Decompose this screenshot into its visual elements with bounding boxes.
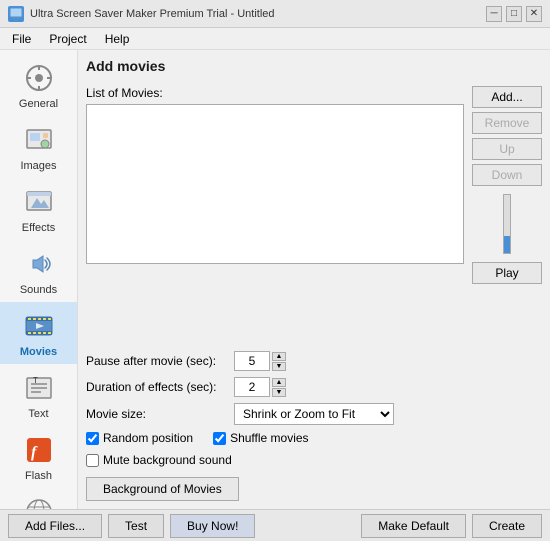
- movie-size-select[interactable]: Shrink or Zoom to Fit Stretch to Fit Ori…: [234, 403, 394, 425]
- duration-up-arrow[interactable]: ▲: [272, 378, 286, 387]
- general-icon: [21, 60, 57, 96]
- duration-label: Duration of effects (sec):: [86, 380, 226, 394]
- main-layout: General Images Effects: [0, 50, 550, 509]
- pause-spinner: ▲ ▼: [234, 351, 286, 371]
- bg-movies-button[interactable]: Background of Movies: [86, 477, 239, 501]
- window-controls[interactable]: ─ □ ✕: [486, 6, 542, 22]
- mute-background-row: Mute background sound: [86, 453, 542, 467]
- random-position-checkbox[interactable]: [86, 432, 99, 445]
- pause-input[interactable]: [234, 351, 270, 371]
- side-buttons: Add... Remove Up Down Play: [472, 86, 542, 343]
- duration-row: Duration of effects (sec): ▲ ▼: [86, 377, 542, 397]
- list-label: List of Movies:: [86, 86, 464, 100]
- progress-indicator: [503, 194, 511, 254]
- sidebar-label-general: General: [19, 98, 58, 110]
- svg-text:T: T: [33, 376, 38, 385]
- bottom-right-buttons: Make Default Create: [361, 514, 542, 538]
- movies-list-box[interactable]: [86, 104, 464, 264]
- minimize-button[interactable]: ─: [486, 6, 502, 22]
- pause-up-arrow[interactable]: ▲: [272, 352, 286, 361]
- sounds-icon: [21, 246, 57, 282]
- play-button[interactable]: Play: [472, 262, 542, 284]
- add-files-button[interactable]: Add Files...: [8, 514, 102, 538]
- pause-down-arrow[interactable]: ▼: [272, 362, 286, 371]
- menu-help[interactable]: Help: [97, 30, 138, 48]
- up-button[interactable]: Up: [472, 138, 542, 160]
- sidebar-item-general[interactable]: General: [0, 54, 77, 116]
- make-default-button[interactable]: Make Default: [361, 514, 466, 538]
- effects-icon: [21, 184, 57, 220]
- duration-input[interactable]: [234, 377, 270, 397]
- progress-fill: [504, 236, 510, 253]
- panel-title: Add movies: [86, 58, 542, 78]
- add-button[interactable]: Add...: [472, 86, 542, 108]
- down-button[interactable]: Down: [472, 164, 542, 186]
- sidebar-label-text: Text: [28, 408, 48, 420]
- menu-project[interactable]: Project: [41, 30, 94, 48]
- images-icon: [21, 122, 57, 158]
- shuffle-movies-checkbox[interactable]: [213, 432, 226, 445]
- buy-now-button[interactable]: Buy Now!: [170, 514, 255, 538]
- shuffle-movies-row: Shuffle movies: [213, 431, 309, 445]
- movie-size-label: Movie size:: [86, 407, 226, 421]
- mute-background-label[interactable]: Mute background sound: [103, 453, 232, 467]
- random-position-label[interactable]: Random position: [103, 431, 193, 445]
- app-icon: [8, 6, 24, 22]
- menu-bar: File Project Help: [0, 28, 550, 50]
- panel-inner: List of Movies: Add... Remove Up Down Pl…: [86, 86, 542, 343]
- movies-list-section: List of Movies:: [86, 86, 464, 343]
- shuffle-movies-label[interactable]: Shuffle movies: [230, 431, 309, 445]
- text-icon: T: [21, 370, 57, 406]
- mute-background-checkbox[interactable]: [86, 454, 99, 467]
- pause-label: Pause after movie (sec):: [86, 354, 226, 368]
- menu-file[interactable]: File: [4, 30, 39, 48]
- window-title: Ultra Screen Saver Maker Premium Trial -…: [30, 8, 275, 20]
- bottom-bar: Add Files... Test Buy Now! Make Default …: [0, 509, 550, 541]
- random-position-row: Random position: [86, 431, 193, 445]
- sidebar-item-images[interactable]: Images: [0, 116, 77, 178]
- sidebar-label-images: Images: [20, 160, 56, 172]
- bottom-left-buttons: Add Files... Test Buy Now!: [8, 514, 255, 538]
- title-bar: Ultra Screen Saver Maker Premium Trial -…: [0, 0, 550, 28]
- sidebar-item-sounds[interactable]: Sounds: [0, 240, 77, 302]
- test-button[interactable]: Test: [108, 514, 164, 538]
- duration-arrows: ▲ ▼: [272, 378, 286, 397]
- maximize-button[interactable]: □: [506, 6, 522, 22]
- duration-spinner: ▲ ▼: [234, 377, 286, 397]
- sidebar-item-text[interactable]: T Text: [0, 364, 77, 426]
- sidebar-item-movies[interactable]: Movies: [0, 302, 77, 364]
- pause-arrows: ▲ ▼: [272, 352, 286, 371]
- sidebar-label-movies: Movies: [20, 346, 57, 358]
- duration-down-arrow[interactable]: ▼: [272, 388, 286, 397]
- movie-size-row: Movie size: Shrink or Zoom to Fit Stretc…: [86, 403, 542, 425]
- sidebar-item-effects[interactable]: Effects: [0, 178, 77, 240]
- pause-row: Pause after movie (sec): ▲ ▼: [86, 351, 542, 371]
- sidebar-item-web[interactable]: Web: [0, 488, 77, 509]
- sidebar-item-flash[interactable]: f Flash: [0, 426, 77, 488]
- movies-icon: [21, 308, 57, 344]
- sidebar-label-effects: Effects: [22, 222, 55, 234]
- web-icon: [21, 494, 57, 509]
- sidebar-label-sounds: Sounds: [20, 284, 57, 296]
- sidebar-label-flash: Flash: [25, 470, 52, 482]
- flash-icon: f: [21, 432, 57, 468]
- sidebar: General Images Effects: [0, 50, 78, 509]
- create-button[interactable]: Create: [472, 514, 542, 538]
- content-area: Add movies List of Movies: Add... Remove…: [78, 50, 550, 509]
- close-button[interactable]: ✕: [526, 6, 542, 22]
- options-area: Pause after movie (sec): ▲ ▼ Duration of…: [86, 343, 542, 501]
- remove-button[interactable]: Remove: [472, 112, 542, 134]
